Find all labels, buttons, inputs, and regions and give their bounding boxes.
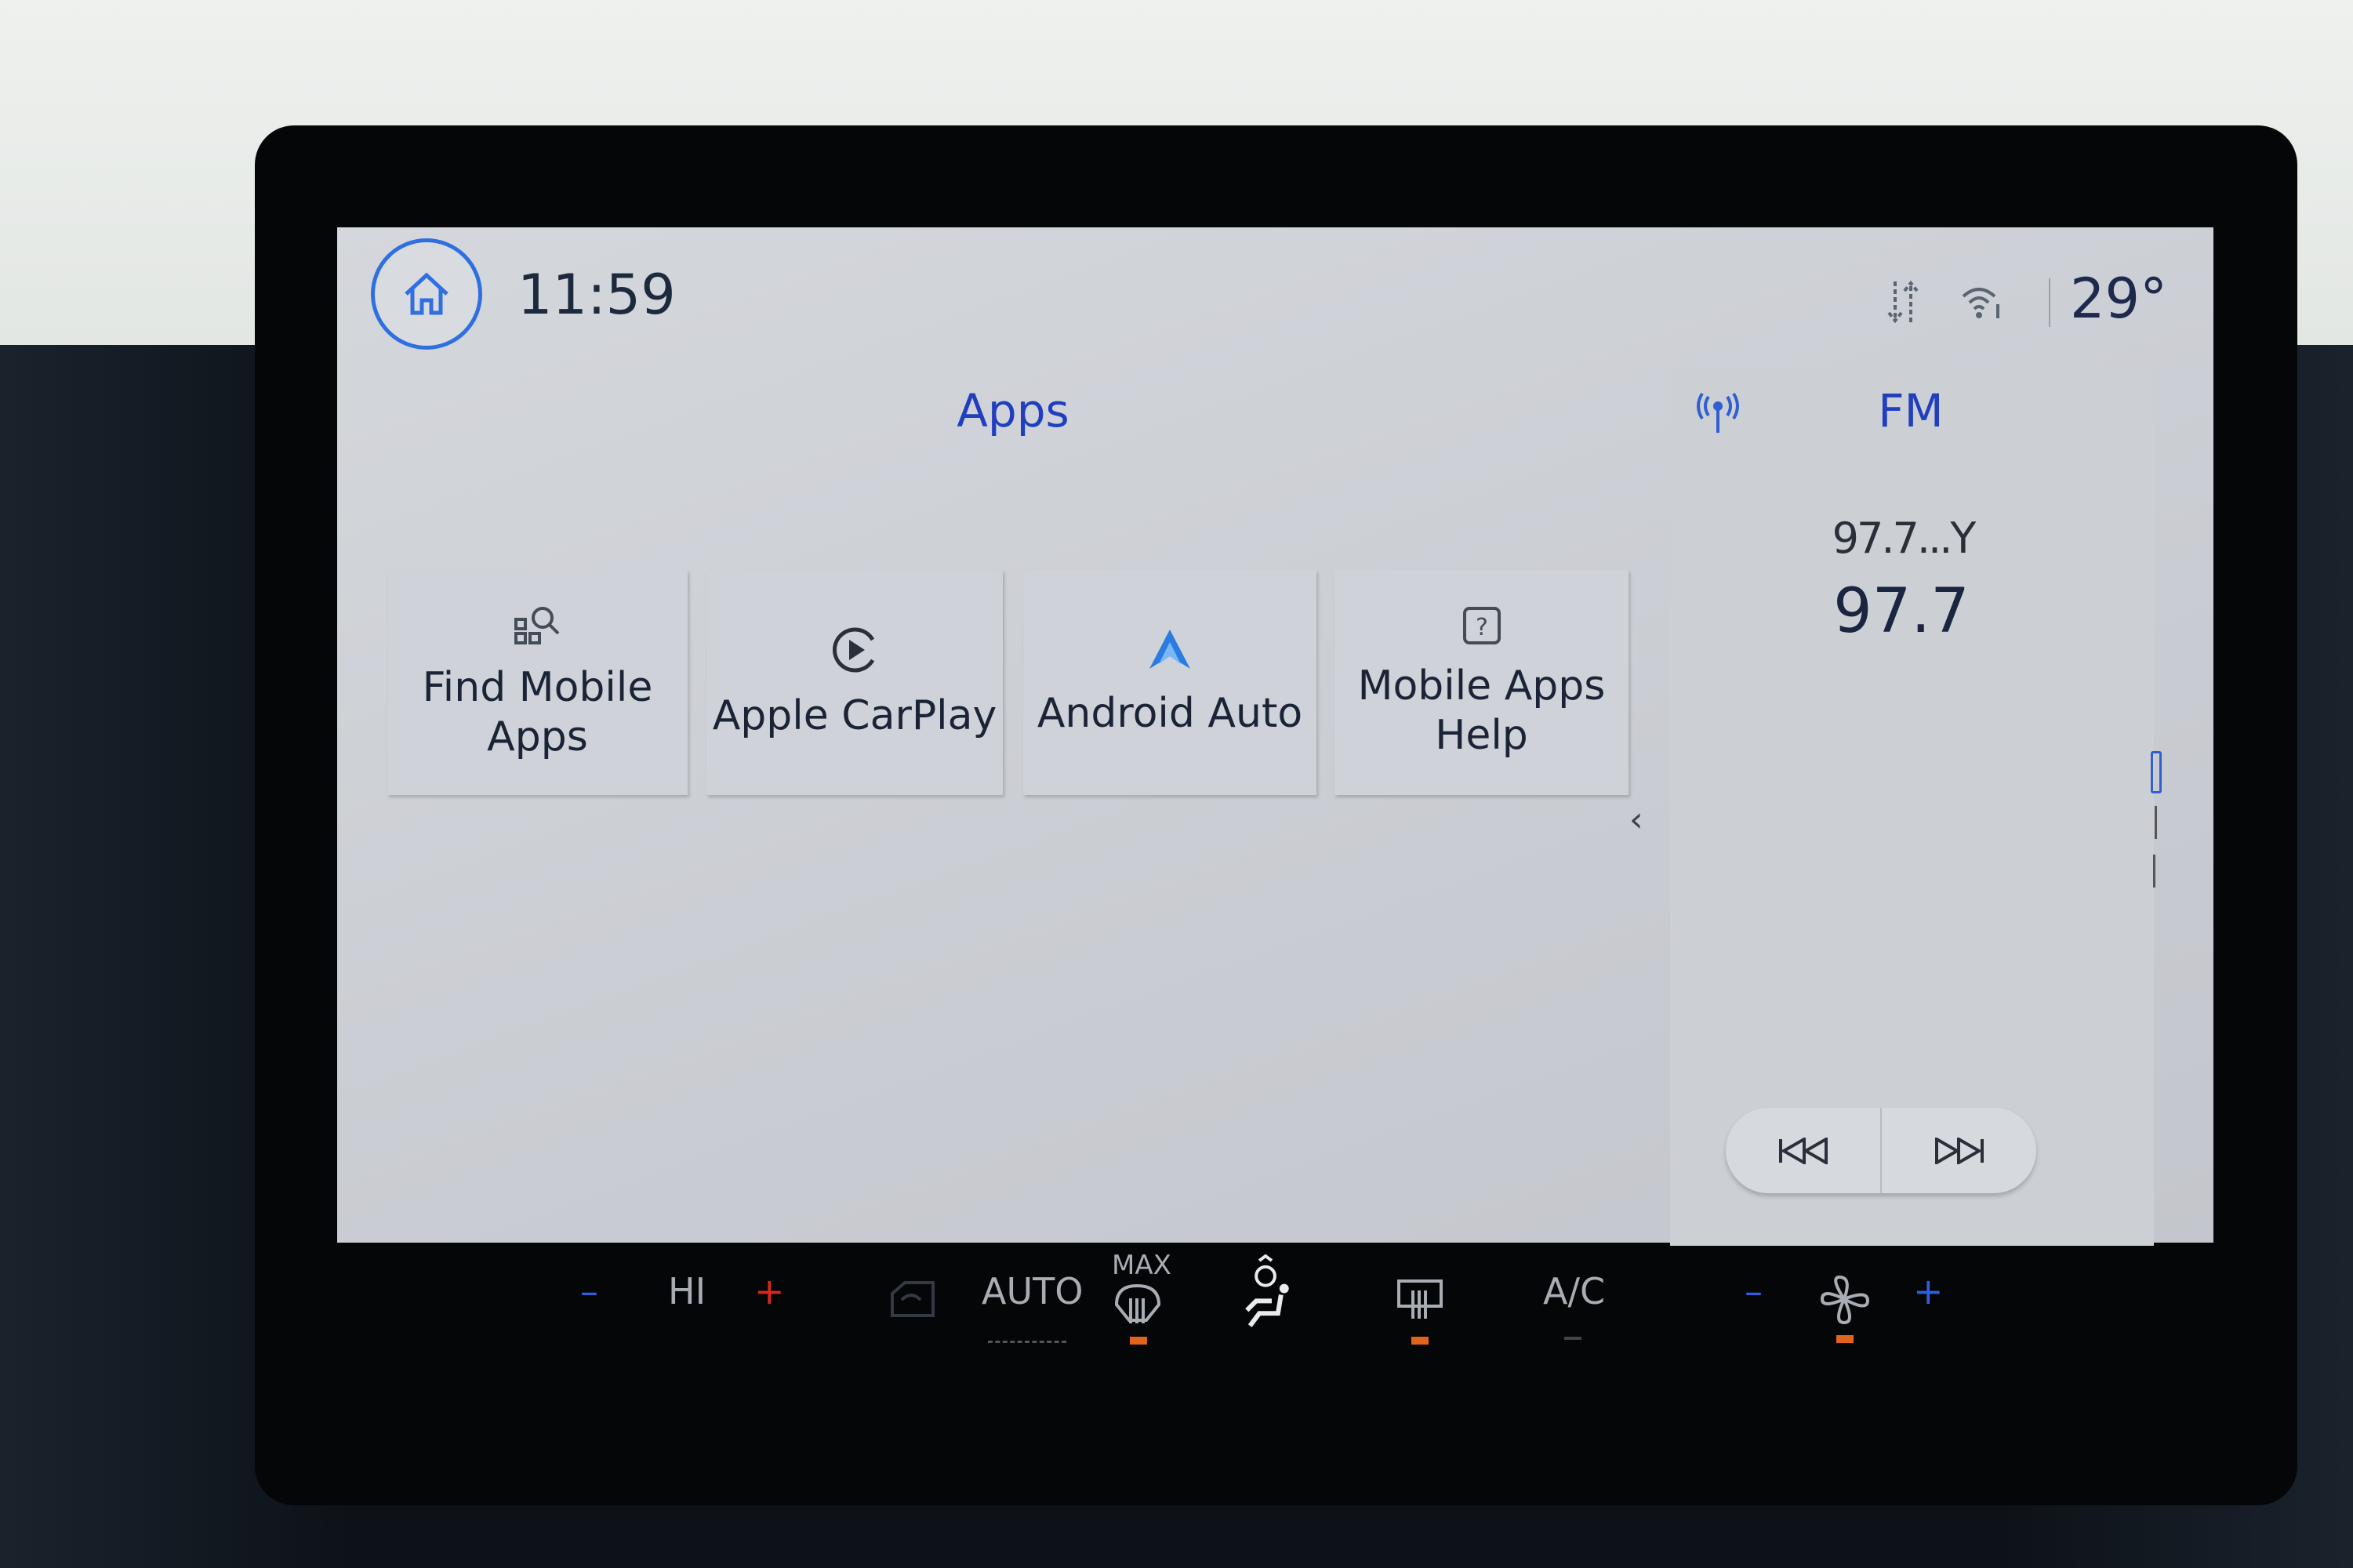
clock: 11:59 — [517, 263, 676, 327]
radio-band: FM — [1878, 384, 1944, 437]
seek-forward-button[interactable] — [1882, 1108, 2036, 1193]
page-title: Apps — [957, 384, 1069, 437]
temp-up-button[interactable]: + — [754, 1270, 785, 1312]
help-icon: ? — [1462, 607, 1501, 645]
fan-up-button[interactable]: + — [1913, 1270, 1944, 1312]
scroll-indicator-active[interactable] — [2151, 751, 2162, 793]
ac-indicator — [1564, 1337, 1581, 1340]
tile-find-mobile-apps[interactable]: Find Mobile Apps — [387, 570, 688, 795]
max-defrost-indicator — [1130, 1337, 1147, 1345]
data-transfer-icon — [1887, 280, 1919, 324]
recirculation-icon[interactable] — [886, 1278, 938, 1320]
heated-seat-airflow-icon[interactable] — [1237, 1254, 1300, 1329]
fan-icon — [1820, 1275, 1870, 1325]
max-defrost-label: MAX — [1112, 1250, 1171, 1281]
scroll-indicator — [2153, 855, 2155, 887]
antenna-icon — [1697, 392, 1739, 433]
android-auto-icon — [1149, 630, 1190, 670]
tile-apple-carplay[interactable]: Apple CarPlay — [706, 570, 1003, 795]
temp-down-button[interactable]: – — [580, 1270, 598, 1312]
station-name: 97.7...Y — [1832, 514, 1977, 563]
skip-next-icon — [1934, 1137, 1984, 1164]
tile-label: Mobile Apps — [1357, 662, 1606, 710]
rear-defrost-indicator — [1411, 1337, 1429, 1345]
station-frequency: 97.7 — [1833, 576, 1970, 647]
ac-button[interactable]: A/C — [1543, 1270, 1605, 1312]
tile-label: Help — [1435, 711, 1528, 759]
carplay-icon — [833, 627, 875, 673]
max-defrost-button[interactable] — [1112, 1283, 1164, 1327]
tile-label: Find Mobile — [422, 664, 653, 712]
rear-defrost-button[interactable] — [1394, 1278, 1446, 1322]
find-apps-icon — [514, 607, 559, 645]
tile-label: Apps — [487, 713, 588, 760]
temp-setting: HI — [668, 1270, 706, 1312]
wifi-info-icon — [1962, 288, 1999, 318]
status-divider — [2049, 278, 2050, 327]
scroll-indicator — [2155, 806, 2157, 839]
outside-temperature: 29° — [2070, 267, 2168, 331]
tile-label: Android Auto — [1037, 690, 1303, 738]
home-button[interactable] — [371, 238, 482, 350]
fan-down-button[interactable]: – — [1745, 1270, 1763, 1312]
collapse-chevron-icon[interactable]: ‹ — [1629, 800, 1643, 840]
seek-back-button[interactable] — [1726, 1108, 1882, 1193]
fan-indicator — [1836, 1335, 1854, 1343]
tile-android-auto[interactable]: Android Auto — [1023, 570, 1316, 795]
home-icon — [405, 272, 448, 315]
auto-button[interactable]: AUTO — [982, 1270, 1083, 1312]
svg-text:?: ? — [1476, 614, 1488, 641]
skip-previous-icon — [1778, 1137, 1828, 1164]
tile-mobile-apps-help[interactable]: ? Mobile Apps Help — [1334, 570, 1629, 795]
auto-indicator — [988, 1341, 1066, 1343]
tile-label: Apple CarPlay — [712, 692, 997, 740]
radio-seek-controls — [1726, 1108, 2036, 1193]
